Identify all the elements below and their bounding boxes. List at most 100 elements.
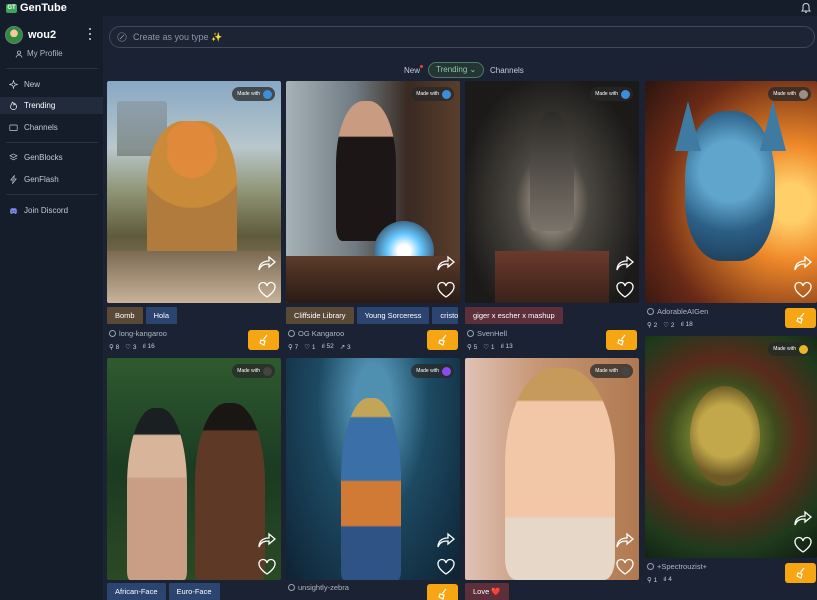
model-icon bbox=[442, 366, 451, 376]
tag-chip[interactable]: Love ❤️ bbox=[465, 583, 509, 600]
made-with-badge[interactable]: Made with bbox=[411, 87, 454, 101]
feed-card[interactable]: Made with Love ❤️ bbox=[465, 358, 639, 600]
heart-icon[interactable] bbox=[257, 558, 277, 576]
sidebar-item-trending[interactable]: Trending bbox=[0, 97, 103, 114]
made-with-badge[interactable]: Made with bbox=[768, 87, 811, 101]
made-with-badge[interactable]: Made with bbox=[768, 342, 811, 356]
boost-button[interactable] bbox=[606, 330, 637, 350]
card-image[interactable] bbox=[645, 336, 817, 558]
feed-card[interactable]: Made with giger x escher x mashup SvenHe… bbox=[465, 81, 639, 351]
tab-new[interactable]: New bbox=[404, 66, 420, 75]
prompt-input[interactable]: Create as you type ✨ bbox=[109, 26, 815, 48]
tag-chip[interactable]: Young Sorceress bbox=[356, 307, 430, 324]
card-image[interactable] bbox=[465, 358, 639, 580]
view-count: ıl 18 bbox=[680, 321, 693, 328]
feed-card[interactable]: Made with unsightly-zebra bbox=[286, 358, 460, 600]
sidebar-item-new[interactable]: New bbox=[0, 76, 103, 93]
sidebar-item-genflash[interactable]: GenFlash bbox=[0, 171, 103, 188]
view-count: ıl 16 bbox=[142, 343, 155, 350]
boost-button[interactable] bbox=[785, 563, 816, 583]
share-icon[interactable] bbox=[793, 510, 813, 528]
broom-icon bbox=[437, 334, 446, 346]
card-author[interactable]: AdorableAIGen bbox=[647, 307, 708, 316]
heart-icon[interactable] bbox=[436, 558, 456, 576]
feed-card[interactable]: Made with African-Face Euro-Face bbox=[107, 358, 281, 600]
card-image[interactable] bbox=[107, 81, 281, 303]
my-profile-label: My Profile bbox=[27, 49, 63, 58]
card-stats: ⚲ 2 ♡ 2 ıl 18 bbox=[647, 321, 693, 329]
card-image[interactable] bbox=[107, 358, 281, 580]
feed-card[interactable]: Made with AdorableAIGen ⚲ 2 ♡ 2 ıl 18 bbox=[645, 81, 817, 331]
heart-icon[interactable] bbox=[615, 281, 635, 299]
author-name: unsightly-zebra bbox=[298, 583, 349, 592]
card-image[interactable] bbox=[286, 81, 460, 303]
tab-trending-label: Trending bbox=[436, 65, 468, 74]
tag-chip[interactable]: Hola bbox=[145, 307, 178, 324]
sidebar-item-label: Channels bbox=[24, 123, 58, 132]
card-stats: ⚲ 1 ıl 4 bbox=[647, 576, 672, 584]
model-icon bbox=[442, 89, 451, 99]
tag-chip[interactable]: Euro-Face bbox=[168, 583, 220, 600]
remix-count: ⚲ 1 bbox=[647, 577, 658, 584]
share-icon[interactable] bbox=[436, 255, 456, 273]
card-author[interactable]: SvenHell bbox=[467, 329, 507, 338]
made-with-badge[interactable]: Made with bbox=[232, 87, 275, 101]
my-profile-link[interactable]: My Profile bbox=[15, 49, 63, 58]
card-stats: ⚲ 8 ♡ 3 ıl 16 bbox=[109, 343, 155, 351]
broom-icon bbox=[795, 312, 804, 324]
tag-chip[interactable]: Bomb bbox=[107, 307, 143, 324]
feed-card[interactable]: Made with +Spectrouzist+ ⚲ 1 ıl 4 bbox=[645, 336, 817, 600]
card-author[interactable]: OG Kangaroo bbox=[288, 329, 344, 338]
card-author[interactable]: +Spectrouzist+ bbox=[647, 562, 707, 571]
card-image[interactable] bbox=[286, 358, 460, 580]
card-author[interactable]: unsightly-zebra bbox=[288, 583, 349, 592]
tag-chip[interactable]: Cliffside Library bbox=[286, 307, 354, 324]
broom-icon bbox=[437, 588, 446, 600]
heart-icon[interactable] bbox=[793, 281, 813, 299]
share-icon[interactable] bbox=[257, 532, 277, 550]
tab-channels[interactable]: Channels bbox=[490, 66, 524, 75]
tag-chip[interactable]: cristo bbox=[432, 307, 459, 324]
sidebar-item-join-discord[interactable]: Join Discord bbox=[0, 202, 103, 219]
card-author[interactable]: long-kangaroo bbox=[109, 329, 167, 338]
heart-icon[interactable] bbox=[793, 536, 813, 554]
magic-wand-icon bbox=[117, 32, 127, 42]
tag-chip[interactable]: giger x escher x mashup bbox=[465, 307, 563, 324]
share-icon[interactable] bbox=[436, 532, 456, 550]
made-with-badge[interactable]: Made with bbox=[590, 87, 633, 101]
author-name: SvenHell bbox=[477, 329, 508, 338]
tab-trending[interactable]: Trending ⌄ bbox=[428, 62, 485, 78]
user-icon bbox=[288, 584, 295, 591]
feed-card[interactable]: Made with Bomb Hola long-kangaroo ⚲ 8 ♡ … bbox=[107, 81, 281, 351]
heart-icon[interactable] bbox=[615, 558, 635, 576]
user-info[interactable]: wou2 bbox=[5, 26, 56, 44]
heart-icon[interactable] bbox=[257, 281, 277, 299]
share-icon[interactable] bbox=[615, 255, 635, 273]
share-icon[interactable] bbox=[257, 255, 277, 273]
card-image[interactable] bbox=[645, 81, 817, 303]
card-image[interactable] bbox=[465, 81, 639, 303]
sidebar-item-genblocks[interactable]: GenBlocks bbox=[0, 149, 103, 166]
remix-count: ⚲ 7 bbox=[288, 344, 299, 351]
more-options-icon[interactable] bbox=[88, 28, 92, 40]
made-with-badge[interactable]: Made with bbox=[590, 364, 633, 378]
user-icon bbox=[288, 330, 295, 337]
boost-button[interactable] bbox=[427, 330, 458, 350]
sidebar-item-label: New bbox=[24, 80, 41, 89]
boost-button[interactable] bbox=[248, 330, 279, 350]
bell-icon[interactable] bbox=[799, 1, 813, 15]
share-icon[interactable] bbox=[615, 532, 635, 550]
boost-button[interactable] bbox=[785, 308, 816, 328]
share-icon[interactable] bbox=[793, 255, 813, 273]
heart-icon[interactable] bbox=[436, 281, 456, 299]
sidebar-item-channels[interactable]: Channels bbox=[0, 119, 103, 136]
broom-icon bbox=[258, 334, 267, 346]
made-with-badge[interactable]: Made with bbox=[232, 364, 275, 378]
made-with-badge[interactable]: Made with bbox=[411, 364, 454, 378]
model-icon bbox=[799, 89, 808, 99]
tag-chip[interactable]: African-Face bbox=[107, 583, 166, 600]
feed-card[interactable]: Made with Cliffside Library Young Sorcer… bbox=[286, 81, 460, 351]
app-logo[interactable]: GT GenTube bbox=[6, 2, 67, 14]
boost-button[interactable] bbox=[427, 584, 458, 600]
made-with-label: Made with bbox=[237, 91, 260, 97]
